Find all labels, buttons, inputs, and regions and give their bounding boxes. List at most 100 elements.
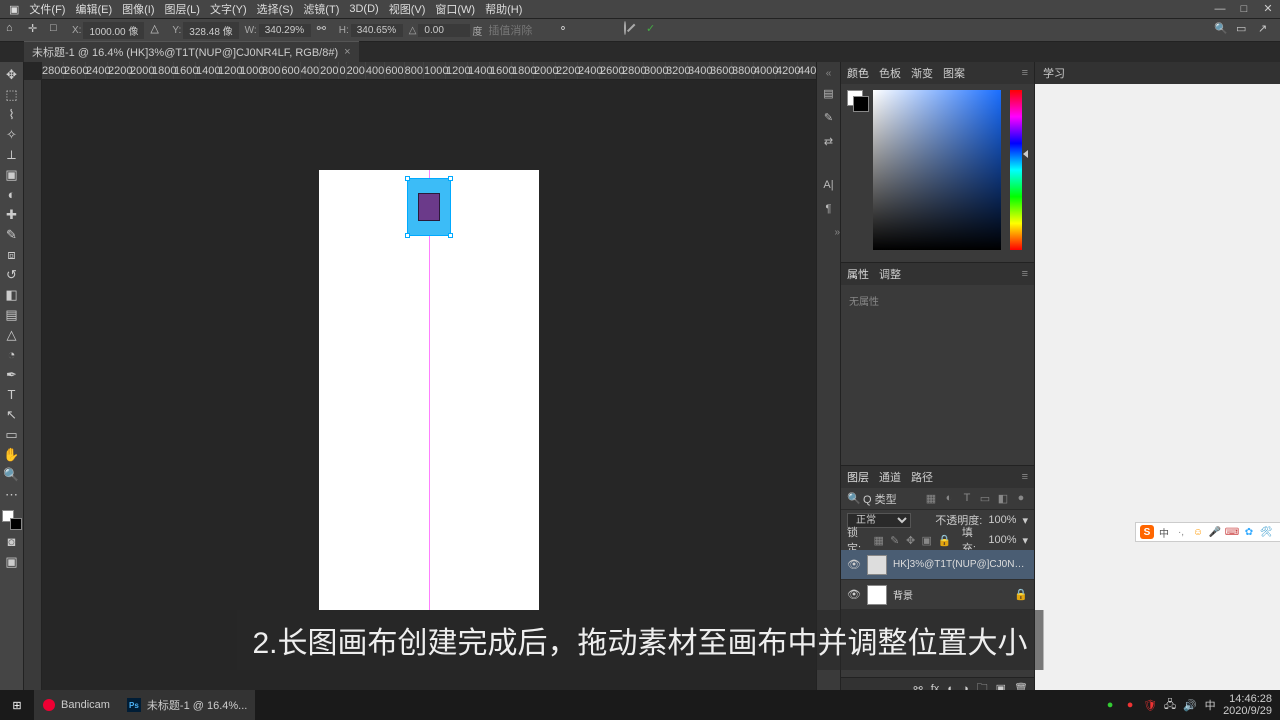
vertical-guide[interactable] bbox=[429, 170, 430, 610]
ime-voice-icon[interactable]: 🎤 bbox=[1208, 525, 1222, 539]
filter-adjust-icon[interactable]: ◐ bbox=[942, 492, 956, 506]
fg-bg-swatch[interactable] bbox=[847, 90, 869, 112]
layer-thumbnail[interactable] bbox=[867, 585, 887, 605]
screenmode-tool[interactable]: ▣ bbox=[3, 553, 21, 570]
ime-emoji-icon[interactable]: ☺ bbox=[1191, 525, 1205, 539]
transform-handle-tr[interactable] bbox=[448, 176, 453, 181]
pen-tool[interactable]: ✒ bbox=[3, 366, 21, 383]
eraser-tool[interactable]: ◧ bbox=[3, 286, 21, 303]
layer-item-1[interactable]: 👁 HK]3%@T1T(NUP@]CJ0NR4LF bbox=[841, 550, 1034, 580]
blur-tool[interactable]: △ bbox=[3, 326, 21, 343]
quickmask-tool[interactable]: ◙ bbox=[3, 533, 21, 550]
eyedropper-tool[interactable]: ◐ bbox=[3, 186, 21, 203]
interpolation-field[interactable]: 插值消除 bbox=[488, 22, 532, 38]
layer-name[interactable]: 背景 bbox=[893, 587, 1008, 602]
menu-layer[interactable]: 图层(L) bbox=[160, 1, 205, 17]
move-tool[interactable]: ✥ bbox=[3, 66, 21, 83]
gradient-tool[interactable]: ▤ bbox=[3, 306, 21, 323]
path-tool[interactable]: ↖ bbox=[3, 406, 21, 423]
shape-tool[interactable]: ▭ bbox=[3, 426, 21, 443]
tab-adjustments[interactable]: 调整 bbox=[879, 266, 901, 282]
color-field[interactable] bbox=[873, 90, 1001, 250]
transform-handle-tl[interactable] bbox=[405, 176, 410, 181]
paragraph-panel-icon[interactable]: ¶ bbox=[821, 203, 837, 219]
dodge-tool[interactable]: ◔ bbox=[3, 346, 21, 363]
tab-channels[interactable]: 通道 bbox=[879, 469, 901, 485]
lock-artboard-icon[interactable]: ▣ bbox=[921, 534, 931, 547]
ime-punct-icon[interactable]: ·, bbox=[1174, 525, 1188, 539]
workspace-icon[interactable]: ▭ bbox=[1236, 22, 1252, 38]
filter-smart-icon[interactable]: ◧ bbox=[996, 492, 1010, 506]
close-tab-icon[interactable]: × bbox=[344, 46, 350, 58]
wand-tool[interactable]: ✧ bbox=[3, 126, 21, 143]
visibility-icon[interactable]: 👁 bbox=[847, 588, 861, 601]
tab-layers[interactable]: 图层 bbox=[847, 469, 869, 485]
menu-select[interactable]: 选择(S) bbox=[252, 1, 299, 17]
window-maximize[interactable]: □ bbox=[1232, 0, 1256, 18]
angle-value[interactable]: 0.00 bbox=[418, 24, 470, 37]
toggle-reference-icon[interactable]: □ bbox=[50, 22, 66, 38]
tray-shield-icon[interactable]: 🛡 bbox=[1143, 698, 1157, 712]
brush-settings-panel-icon[interactable]: ⇄ bbox=[821, 135, 837, 151]
marquee-tool[interactable]: ⬚ bbox=[3, 86, 21, 103]
w-value[interactable]: 340.29% bbox=[259, 24, 311, 37]
opacity-value[interactable]: 100% bbox=[988, 514, 1016, 526]
lock-transparency-icon[interactable]: ▦ bbox=[873, 534, 883, 547]
ime-logo-icon[interactable]: S bbox=[1140, 525, 1154, 539]
transform-ref-icon[interactable]: ✛ bbox=[28, 22, 44, 38]
window-minimize[interactable]: — bbox=[1208, 0, 1232, 18]
tab-properties[interactable]: 属性 bbox=[847, 266, 869, 282]
tray-volume-icon[interactable]: 🔊 bbox=[1183, 698, 1197, 712]
start-button[interactable]: ⊞ bbox=[0, 690, 34, 720]
menu-window[interactable]: 窗口(W) bbox=[430, 1, 480, 17]
layer-name[interactable]: HK]3%@T1T(NUP@]CJ0NR4LF bbox=[893, 559, 1028, 570]
placed-smart-object[interactable] bbox=[407, 178, 451, 236]
menu-image[interactable]: 图像(I) bbox=[117, 1, 159, 17]
hue-indicator[interactable] bbox=[1023, 150, 1028, 158]
lasso-tool[interactable]: ⌇ bbox=[3, 106, 21, 123]
menu-view[interactable]: 视图(V) bbox=[384, 1, 431, 17]
menu-file[interactable]: 文件(F) bbox=[24, 1, 70, 17]
tray-network-icon[interactable]: 🖧 bbox=[1163, 698, 1177, 712]
menu-edit[interactable]: 编辑(E) bbox=[70, 1, 117, 17]
fill-value[interactable]: 100% bbox=[988, 534, 1016, 546]
tray-wechat-icon[interactable]: ● bbox=[1103, 698, 1117, 712]
document-tab[interactable]: 未标题-1 @ 16.4% (HK]3%@T1T(NUP@]CJ0NR4LF, … bbox=[24, 41, 359, 62]
layers-panel-menu-icon[interactable]: ≡ bbox=[1022, 471, 1028, 483]
filter-shape-icon[interactable]: ▭ bbox=[978, 492, 992, 506]
window-close[interactable]: ✕ bbox=[1256, 0, 1280, 18]
stamp-tool[interactable]: ⧈ bbox=[3, 246, 21, 263]
warp-icon[interactable]: ⚬ bbox=[558, 22, 574, 38]
opacity-dropdown-icon[interactable]: ▾ bbox=[1022, 514, 1028, 527]
menu-filter[interactable]: 滤镜(T) bbox=[298, 1, 344, 17]
hand-tool[interactable]: ✋ bbox=[3, 446, 21, 463]
home-icon[interactable]: ⌂ bbox=[6, 22, 22, 38]
menu-help[interactable]: 帮助(H) bbox=[480, 1, 527, 17]
share-icon[interactable]: ↗ bbox=[1258, 22, 1274, 38]
y-value[interactable]: 328.48 像 bbox=[183, 22, 238, 39]
tray-ime-icon[interactable]: 中 bbox=[1203, 698, 1217, 712]
layer-item-background[interactable]: 👁 背景 🔒 bbox=[841, 580, 1034, 610]
canvas[interactable] bbox=[319, 170, 539, 610]
tab-learn[interactable]: 学习 bbox=[1043, 65, 1065, 81]
link-icon[interactable]: ⚯ bbox=[317, 22, 333, 38]
search-icon[interactable]: 🔍 bbox=[1214, 22, 1230, 38]
more-tools[interactable]: ⋯ bbox=[3, 486, 21, 503]
taskbar-photoshop[interactable]: Ps 未标题-1 @ 16.4%... bbox=[118, 690, 255, 720]
ime-toolbox-icon[interactable]: 🛠 bbox=[1259, 525, 1273, 539]
ime-lang-button[interactable]: 中 bbox=[1157, 525, 1171, 539]
layer-kind-select[interactable]: Q 类型 bbox=[863, 491, 897, 507]
h-value[interactable]: 340.65% bbox=[351, 24, 403, 37]
tab-patterns[interactable]: 图案 bbox=[943, 65, 965, 81]
transform-handle-br[interactable] bbox=[448, 233, 453, 238]
filter-type-icon[interactable]: T bbox=[960, 492, 974, 506]
tab-color[interactable]: 颜色 bbox=[847, 65, 869, 81]
filter-pixel-icon[interactable]: ▦ bbox=[924, 492, 938, 506]
taskbar-bandicam[interactable]: Bandicam bbox=[34, 690, 118, 720]
tab-gradients[interactable]: 渐变 bbox=[911, 65, 933, 81]
ime-keyboard-icon[interactable]: ⌨ bbox=[1225, 525, 1239, 539]
tray-record-icon[interactable]: ● bbox=[1123, 698, 1137, 712]
character-panel-icon[interactable]: A| bbox=[821, 179, 837, 195]
brushes-panel-icon[interactable]: ✎ bbox=[821, 111, 837, 127]
hue-slider[interactable] bbox=[1010, 90, 1022, 250]
